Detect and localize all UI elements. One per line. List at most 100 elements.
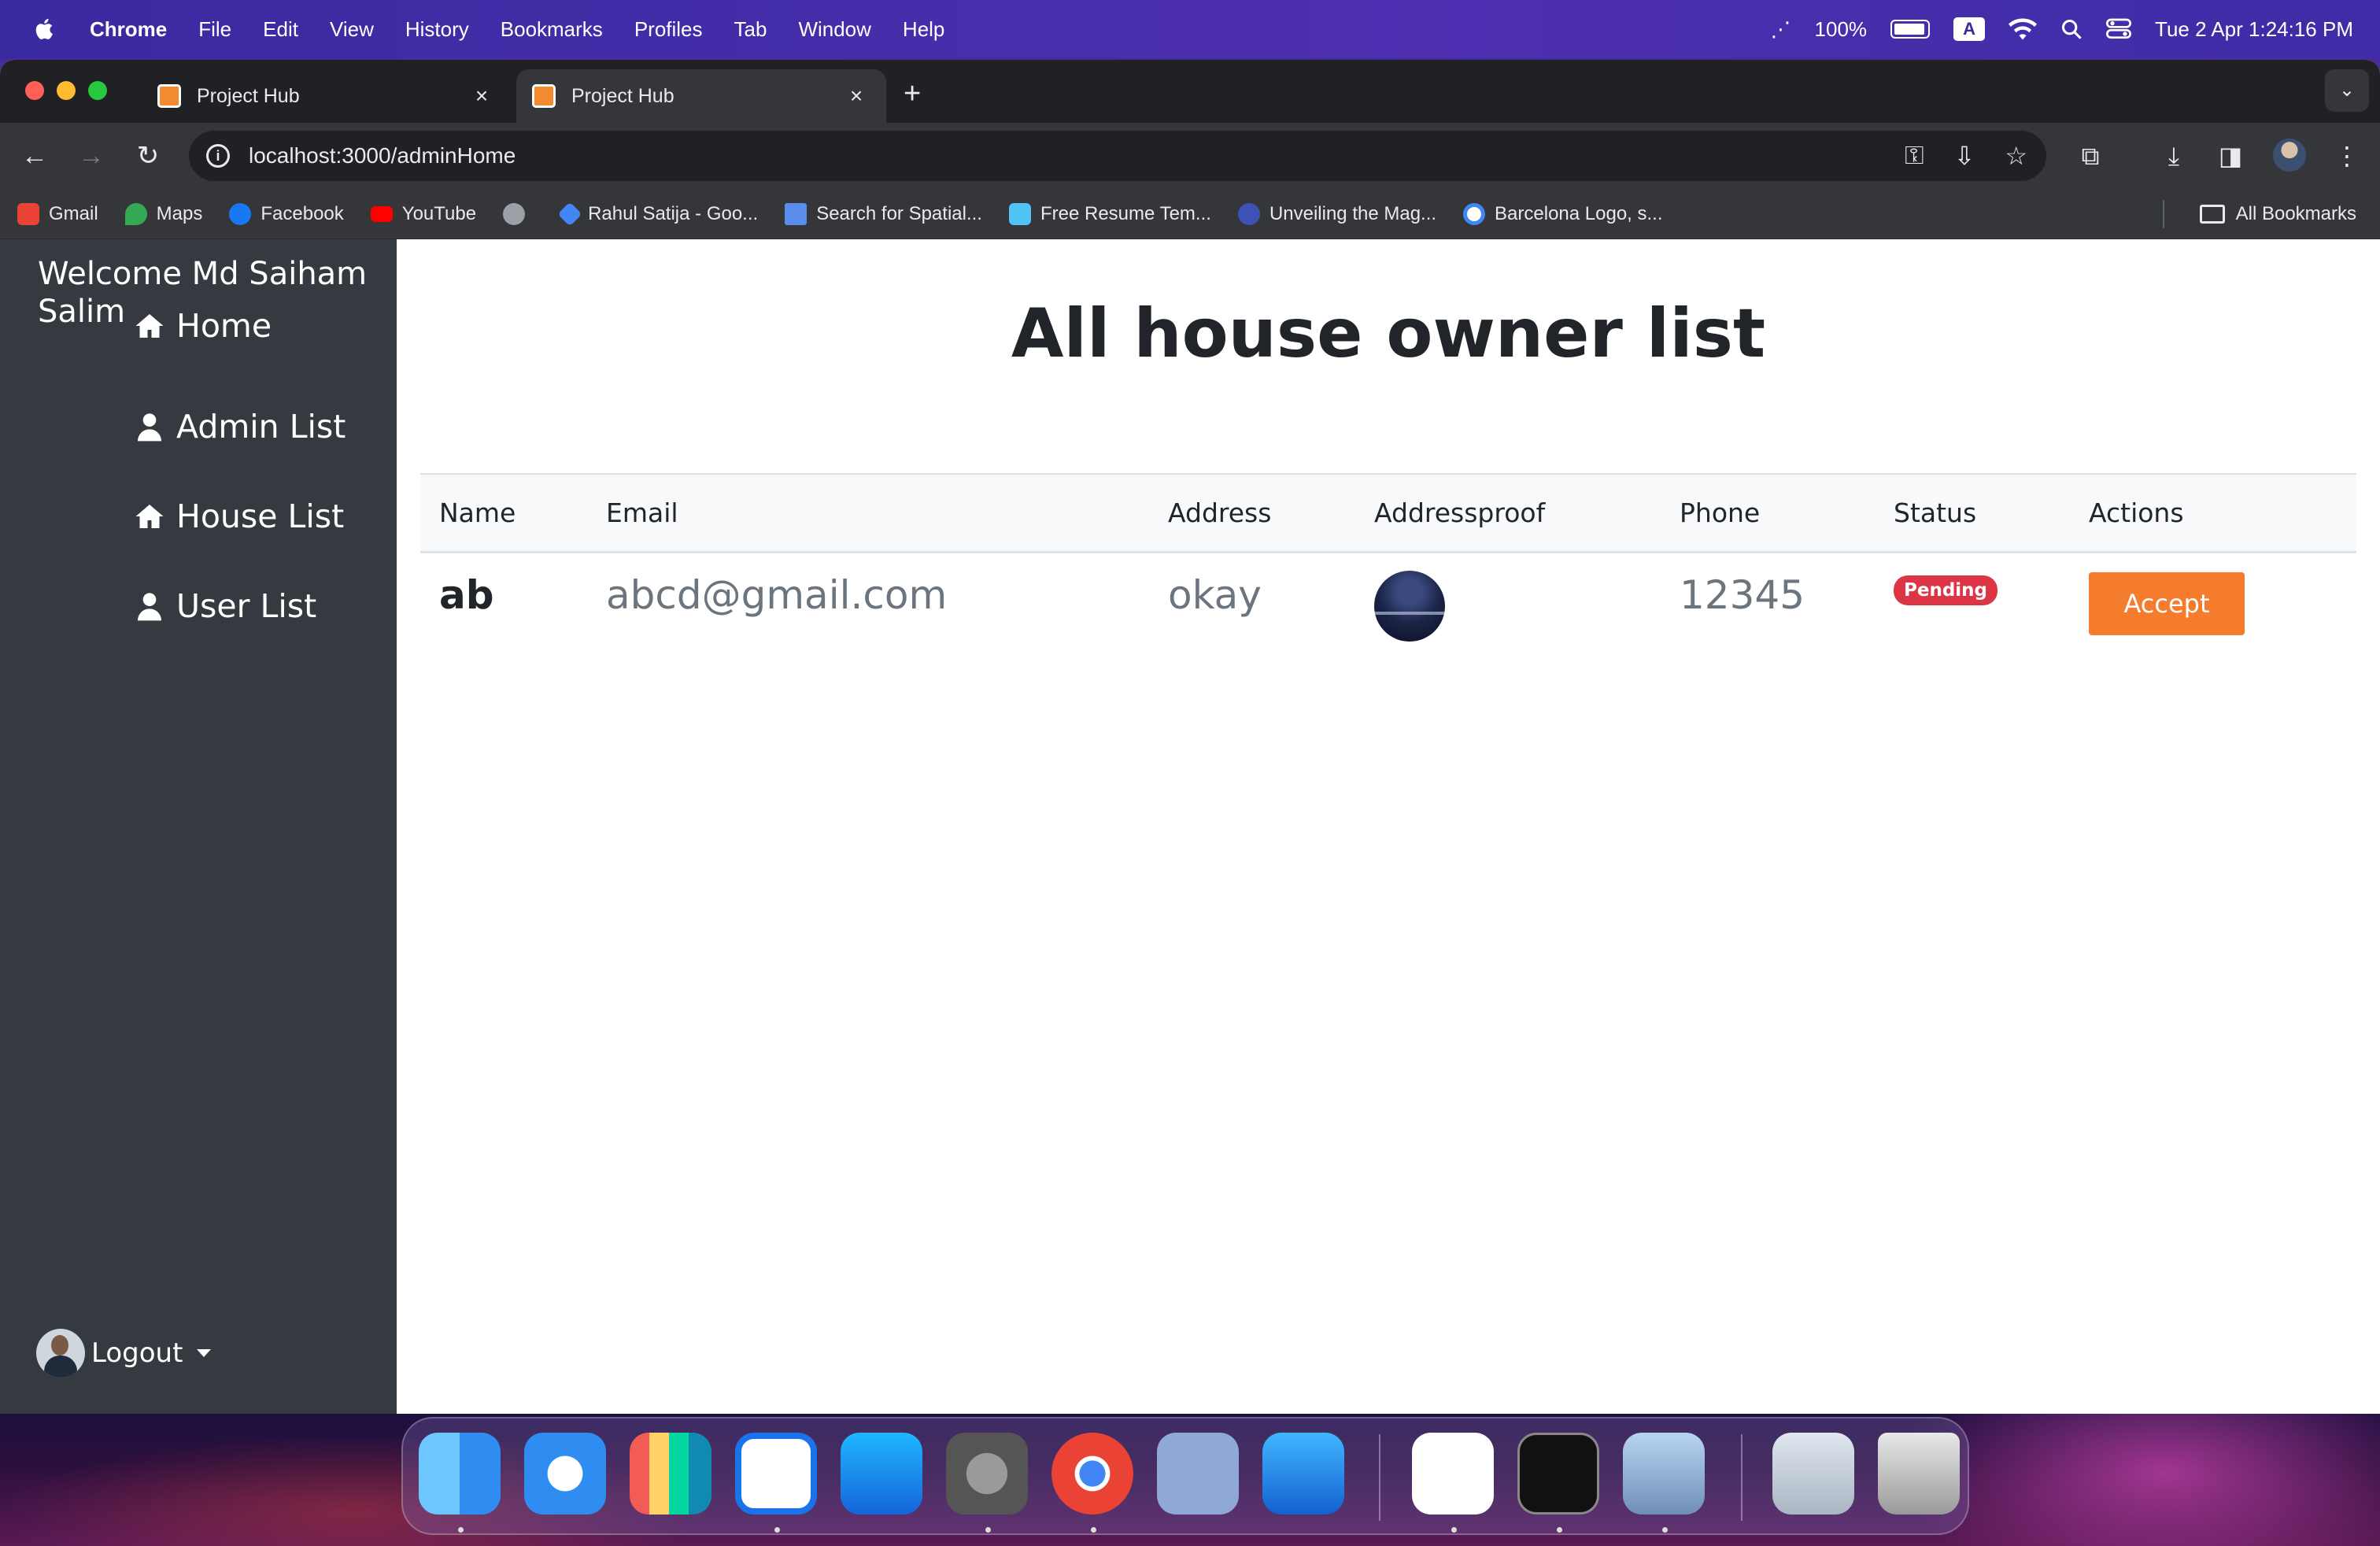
chrome-icon[interactable]: [1051, 1433, 1133, 1515]
bookmark-unveiling[interactable]: Unveiling the Mag...: [1237, 202, 1436, 225]
menu-bar: Chrome File Edit View History Bookmarks …: [0, 0, 2380, 58]
wifi-icon[interactable]: [2009, 18, 2038, 40]
address-proof-image[interactable]: [1374, 571, 1445, 642]
column-header-phone: Phone: [1680, 497, 1761, 528]
bookmark-maps[interactable]: Maps: [124, 202, 202, 225]
browser-toolbar: ← → ↻ i localhost:3000/adminHome ⚿ ⇩ ☆ ⧉…: [0, 123, 2380, 189]
close-tab-icon[interactable]: ×: [841, 83, 872, 109]
battery-icon[interactable]: [1890, 20, 1931, 39]
password-key-icon[interactable]: ⚿: [1905, 141, 1924, 171]
accept-button[interactable]: Accept: [2089, 572, 2245, 635]
reload-icon[interactable]: ↻: [129, 137, 167, 175]
all-bookmarks-label: All Bookmarks: [2235, 203, 2356, 224]
terminal-icon[interactable]: [1517, 1433, 1599, 1515]
vscode-icon[interactable]: [735, 1433, 817, 1515]
bookmark-free-resume[interactable]: Free Resume Tem...: [1008, 202, 1211, 225]
xcode-icon[interactable]: [1262, 1433, 1344, 1515]
sidebar-item-admin-list[interactable]: Admin List: [134, 408, 346, 446]
site-info-icon[interactable]: i: [206, 144, 230, 168]
dock-divider: [1379, 1434, 1380, 1521]
sidebar-item-house-list[interactable]: House List: [134, 497, 344, 535]
column-header-email: Email: [606, 497, 678, 528]
menu-profiles[interactable]: Profiles: [634, 17, 703, 42]
new-tab-button[interactable]: +: [904, 77, 921, 111]
clock[interactable]: Tue 2 Apr 1:24:16 PM: [2155, 17, 2353, 42]
project-hub-favicon-icon: [532, 84, 556, 108]
photo-icon[interactable]: [1772, 1433, 1854, 1515]
page-title: All house owner list: [1011, 294, 1766, 373]
safari-icon[interactable]: [524, 1433, 606, 1515]
menu-window[interactable]: Window: [798, 17, 870, 42]
finder-icon[interactable]: [419, 1433, 501, 1515]
r-icon[interactable]: [1157, 1433, 1239, 1515]
address-bar[interactable]: i localhost:3000/adminHome ⚿ ⇩ ☆: [189, 131, 2046, 181]
downloads-icon[interactable]: ⤓: [2155, 137, 2193, 175]
install-app-icon[interactable]: ⇩: [1954, 141, 1975, 171]
folder-icon: [2199, 205, 2225, 224]
profile-avatar[interactable]: [2273, 139, 2306, 172]
mongodb-icon[interactable]: [1412, 1433, 1494, 1515]
menu-bookmarks[interactable]: Bookmarks: [501, 17, 603, 42]
menu-app-name[interactable]: Chrome: [90, 17, 167, 42]
apple-icon[interactable]: [31, 16, 58, 43]
bookmark-youtube[interactable]: YouTube: [370, 203, 476, 225]
bookmark-star-icon[interactable]: ☆: [2005, 141, 2027, 171]
menu-history[interactable]: History: [405, 17, 469, 42]
side-panel-icon[interactable]: ◨: [2212, 137, 2249, 175]
home-icon: [135, 505, 164, 528]
tab-strip: Project Hub × Project Hub × + ⌄: [0, 60, 2380, 123]
menu-tab[interactable]: Tab: [734, 17, 767, 42]
bookmark-barcelona[interactable]: Barcelona Logo, s...: [1463, 202, 1663, 225]
bookmark-gmail[interactable]: Gmail: [17, 202, 98, 225]
menu-edit[interactable]: Edit: [263, 17, 298, 42]
close-tab-icon[interactable]: ×: [466, 83, 497, 109]
menu-file[interactable]: File: [198, 17, 231, 42]
all-bookmarks-button[interactable]: All Bookmarks: [2199, 189, 2356, 239]
sidebar-item-user-list[interactable]: User List: [134, 587, 316, 625]
status-badge: Pending: [1894, 575, 1998, 605]
bookmark-search-spatial[interactable]: Search for Spatial...: [785, 202, 982, 225]
bookmark-globe[interactable]: [503, 202, 534, 225]
table-header: Name Email Address Addressproof Phone St…: [420, 473, 2356, 553]
bookmark-facebook[interactable]: Facebook: [229, 202, 344, 225]
launchpad-icon[interactable]: [630, 1433, 711, 1515]
preview-icon[interactable]: [1623, 1433, 1705, 1515]
home-icon: [135, 314, 164, 338]
bookmark-rahul-satija[interactable]: Rahul Satija - Goo...: [557, 201, 758, 227]
spatial-icon: [785, 202, 808, 225]
zoom-window-button[interactable]: [88, 81, 107, 100]
battery-percent[interactable]: 100%: [1815, 17, 1868, 42]
globe-icon: [503, 202, 526, 225]
trash-icon[interactable]: [1878, 1433, 1960, 1515]
table-row: ab abcd@gmail.com okay 12345 Pending Acc…: [420, 553, 2356, 642]
actions-cell: Accept: [2089, 553, 2245, 640]
extensions-icon[interactable]: ⧉: [2071, 137, 2109, 175]
bookmark-label: Free Resume Tem...: [1040, 202, 1211, 224]
spotlight-search-icon[interactable]: [2060, 18, 2082, 40]
forward-icon[interactable]: →: [72, 137, 110, 175]
back-icon[interactable]: ←: [16, 137, 54, 175]
running-indicator: [1091, 1527, 1096, 1533]
tab-project-hub-1[interactable]: Project Hub ×: [142, 69, 512, 123]
sidebar-item-home[interactable]: Home: [134, 307, 272, 345]
tab-search-chevron-icon[interactable]: ⌄: [2325, 69, 2369, 112]
menu-help[interactable]: Help: [903, 17, 944, 42]
control-center-icon[interactable]: [2106, 18, 2132, 40]
logout-dropdown[interactable]: Logout: [36, 1329, 212, 1378]
appstore-icon[interactable]: [841, 1433, 922, 1515]
running-indicator: [985, 1527, 991, 1533]
tab-project-hub-2[interactable]: Project Hub ×: [516, 69, 886, 123]
settings-icon[interactable]: [946, 1433, 1028, 1515]
minimize-window-button[interactable]: [57, 81, 76, 100]
close-window-button[interactable]: [25, 81, 44, 100]
activity-icon[interactable]: ⋰: [1771, 17, 1791, 42]
dock: [401, 1417, 1969, 1535]
input-source-icon[interactable]: A: [1953, 17, 1986, 41]
more-menu-icon[interactable]: ⋮: [2328, 137, 2366, 175]
house-owner-table: Name Email Address Addressproof Phone St…: [420, 473, 2356, 642]
bookmark-label: Search for Spatial...: [816, 202, 982, 224]
sidebar-item-label: Home: [176, 307, 272, 345]
column-header-actions: Actions: [2089, 497, 2184, 528]
url-text[interactable]: localhost:3000/adminHome: [249, 143, 516, 168]
menu-view[interactable]: View: [330, 17, 374, 42]
